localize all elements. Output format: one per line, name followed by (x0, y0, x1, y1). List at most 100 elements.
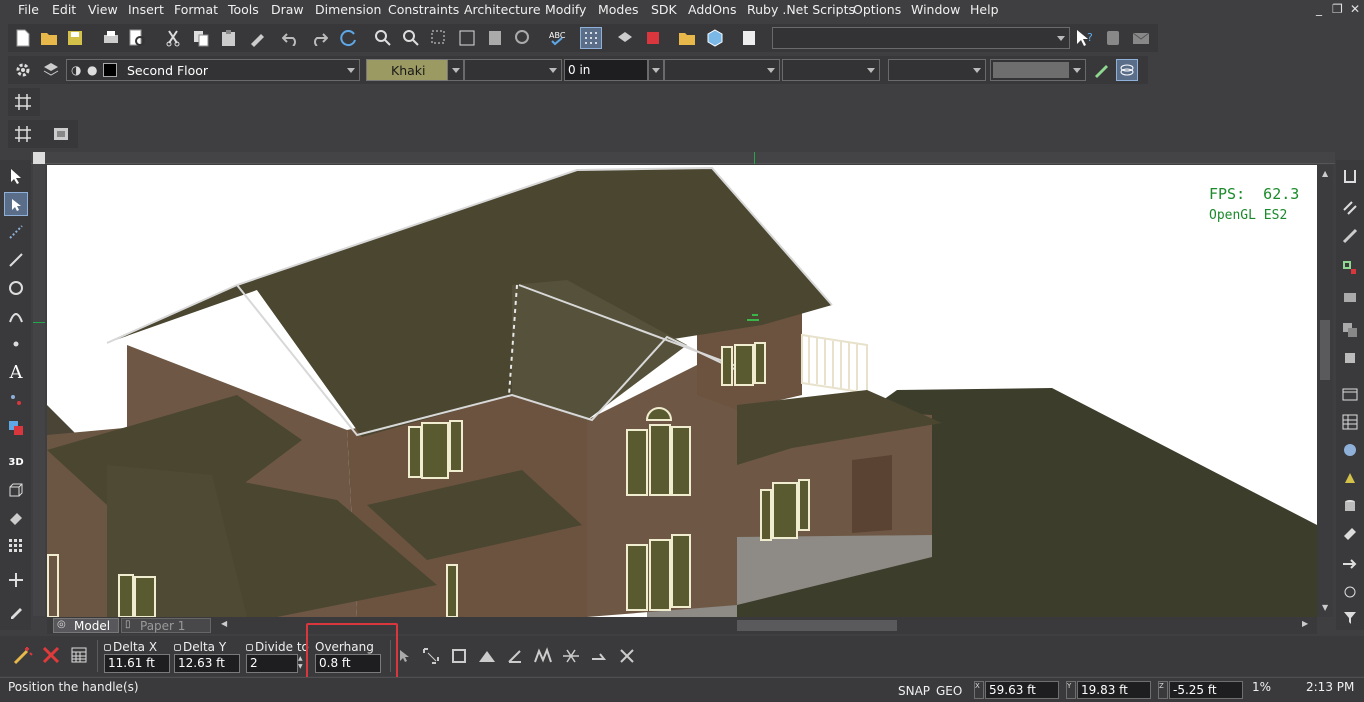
layer-state-icon[interactable] (1116, 59, 1138, 81)
move-icon[interactable] (4, 568, 28, 592)
menu-file[interactable]: File (18, 2, 39, 17)
grid-snap-icon[interactable] (580, 27, 602, 49)
menu-insert[interactable]: Insert (128, 2, 164, 17)
design-center-icon[interactable] (676, 27, 698, 49)
zoom-in-icon[interactable] (372, 27, 394, 49)
window-icon[interactable] (1338, 382, 1362, 406)
roof-slope-icon[interactable] (476, 645, 498, 667)
undo-icon[interactable] (280, 27, 302, 49)
menu-modes[interactable]: Modes (598, 2, 639, 17)
layer-dropdown[interactable]: ◑ ● Second Floor (66, 59, 360, 81)
scroll-right-icon[interactable]: ▶ (1302, 619, 1308, 628)
menu-sdk[interactable]: SDK (651, 2, 677, 17)
transparency-dropdown[interactable] (888, 59, 986, 81)
menu-edit[interactable]: Edit (52, 2, 76, 17)
module-icon[interactable] (1102, 27, 1124, 49)
print-area-icon[interactable] (1338, 284, 1362, 308)
polyline-icon[interactable] (532, 645, 554, 667)
new-file-icon[interactable] (12, 27, 34, 49)
layer-lock-icon[interactable]: ● (87, 63, 97, 77)
divide-to-input[interactable]: 2 (246, 654, 298, 673)
spell-check-icon[interactable]: ABC (546, 27, 568, 49)
pick-point-icon[interactable] (394, 645, 416, 667)
menu-view[interactable]: View (88, 2, 118, 17)
hatch-icon[interactable] (4, 388, 28, 412)
snap-node-icon[interactable] (1338, 256, 1362, 280)
tab-model[interactable]: ◎ Model (53, 618, 119, 633)
menu-help[interactable]: Help (970, 2, 999, 17)
lock-icon[interactable] (246, 644, 253, 651)
arrow-right-icon[interactable] (1338, 552, 1362, 576)
magic-wand-icon[interactable] (12, 644, 34, 666)
color-dropdown[interactable]: Khaki (366, 59, 448, 81)
edit-pen-icon[interactable] (4, 600, 28, 624)
network-icon[interactable] (1338, 580, 1362, 604)
minimize-icon[interactable]: _ (1316, 2, 1322, 16)
zoom-extents-icon[interactable] (456, 27, 478, 49)
z-coordinate[interactable]: -5.25 ft (1169, 681, 1243, 699)
cut-icon[interactable] (162, 27, 184, 49)
measure-icon[interactable] (1338, 224, 1362, 248)
menu-tools[interactable]: Tools (228, 2, 259, 17)
scroll-thumb-horizontal[interactable] (737, 620, 897, 631)
lock-icon[interactable] (104, 644, 111, 651)
vertical-scrollbar[interactable]: ▲ ▼ (1317, 165, 1333, 617)
delta-y-input[interactable]: 12.63 ft (174, 654, 240, 673)
copy-stack-icon[interactable] (1338, 346, 1362, 370)
eraser-icon[interactable] (4, 506, 28, 530)
scroll-thumb-vertical[interactable] (1320, 320, 1330, 380)
render-icon[interactable] (1338, 438, 1362, 462)
settings-gear-icon[interactable] (12, 59, 34, 81)
menu-ruby-net-scripts[interactable]: Ruby .Net Scripts (747, 2, 855, 17)
layers-stack-icon[interactable] (1338, 318, 1362, 342)
menu-format[interactable]: Format (174, 2, 218, 17)
view-manager-icon[interactable] (50, 123, 72, 145)
linetype-dropdown[interactable] (464, 59, 562, 81)
match-pen-icon[interactable] (1090, 59, 1112, 81)
calculator-icon[interactable] (68, 644, 90, 666)
zoom-window-icon[interactable] (428, 27, 450, 49)
menu-architecture[interactable]: Architecture (464, 2, 541, 17)
scroll-down-icon[interactable]: ▼ (1322, 603, 1328, 612)
snap-endpoint-icon[interactable] (1338, 164, 1362, 188)
paste-icon[interactable] (218, 27, 240, 49)
linetype-scale-arrow[interactable] (648, 59, 664, 81)
text-icon[interactable]: A (4, 360, 28, 384)
color-dropdown-arrow[interactable] (448, 59, 464, 81)
block-icon[interactable] (642, 27, 664, 49)
command-dropdown[interactable] (772, 27, 1070, 49)
close-icon[interactable]: ✕ (1350, 2, 1360, 16)
menu-addons[interactable]: AddOns (688, 2, 736, 17)
table-icon[interactable] (1338, 410, 1362, 434)
restore-icon[interactable]: ❐ (1332, 2, 1343, 16)
point-icon[interactable] (4, 332, 28, 356)
scroll-up-icon[interactable]: ▲ (1322, 169, 1328, 178)
properties-icon[interactable] (738, 27, 760, 49)
3d-view-icon[interactable] (704, 27, 726, 49)
cylinder-icon[interactable] (1338, 494, 1362, 518)
angle-icon[interactable] (504, 645, 526, 667)
grid-icon-2[interactable] (12, 123, 34, 145)
x-coordinate[interactable]: 59.63 ft (985, 681, 1059, 699)
line-icon[interactable] (4, 248, 28, 272)
mail-icon[interactable] (1130, 27, 1152, 49)
menu-constraints[interactable]: Constraints (388, 2, 459, 17)
layer-visible-icon[interactable]: ◑ (71, 63, 81, 77)
linetype-scale-input[interactable]: 0 in (564, 59, 648, 81)
parallel-icon[interactable] (1338, 196, 1362, 220)
menu-modify[interactable]: Modify (545, 2, 586, 17)
menu-draw[interactable]: Draw (271, 2, 304, 17)
material-icon[interactable] (1338, 466, 1362, 490)
grid-icon[interactable] (12, 91, 34, 113)
divide-spinner[interactable]: ▲ ▼ (298, 655, 306, 672)
layer-manager-icon[interactable] (40, 59, 62, 81)
snap-toggle[interactable]: SNAP (898, 684, 930, 698)
print-icon[interactable] (100, 27, 122, 49)
menu-dimension[interactable]: Dimension (315, 2, 381, 17)
zoom-all-icon[interactable] (484, 27, 506, 49)
trim-icon[interactable] (560, 645, 582, 667)
zoom-previous-icon[interactable] (512, 27, 534, 49)
box-icon[interactable] (4, 478, 28, 502)
rectangle-handle-icon[interactable] (448, 645, 470, 667)
material-dropdown[interactable] (990, 59, 1086, 81)
